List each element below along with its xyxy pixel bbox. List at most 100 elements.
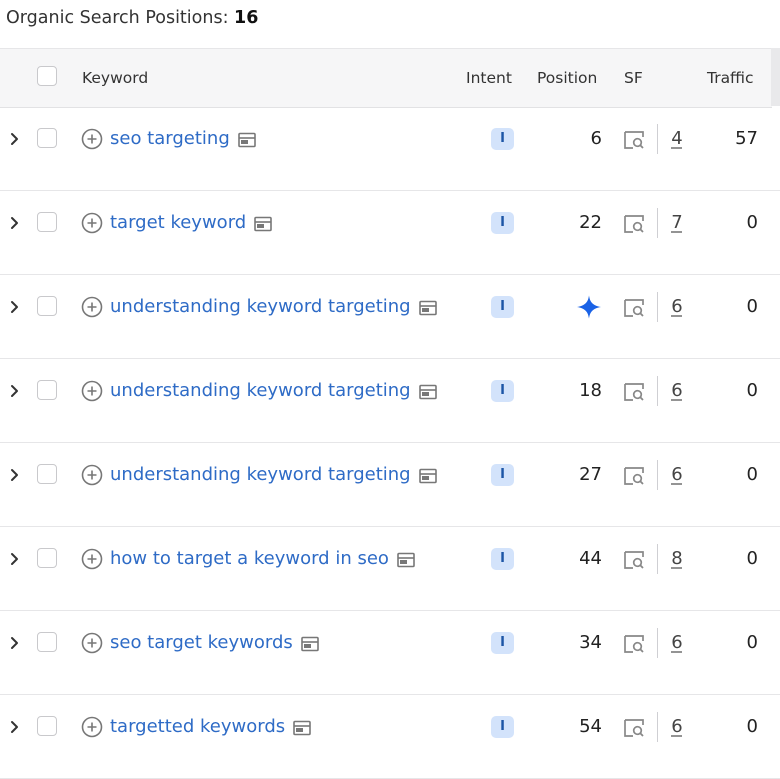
- add-circle-icon[interactable]: [81, 464, 103, 486]
- intent-badge[interactable]: I: [491, 380, 514, 402]
- table-row: targetted keywords I 54 6 0: [0, 695, 780, 779]
- chevron-right-icon[interactable]: [6, 631, 24, 655]
- traffic-value: 0: [746, 380, 758, 401]
- serp-features-icon[interactable]: [622, 380, 646, 404]
- sf-divider: [657, 712, 658, 742]
- keyword-text: how to target a keyword in seo: [110, 548, 389, 569]
- column-keyword[interactable]: Keyword: [82, 49, 148, 107]
- row-checkbox[interactable]: [37, 380, 57, 400]
- position-number: 18: [579, 380, 602, 401]
- sf-divider: [657, 628, 658, 658]
- serp-snapshot-icon[interactable]: [300, 635, 319, 652]
- keyword-text: seo target keywords: [110, 632, 293, 653]
- add-circle-icon[interactable]: [81, 212, 103, 234]
- traffic-value: 0: [746, 212, 758, 233]
- table-row: understanding keyword targeting I 27 6 0: [0, 443, 780, 527]
- sf-count[interactable]: 6: [670, 295, 684, 319]
- sf-count[interactable]: 6: [670, 715, 684, 739]
- serp-features-icon[interactable]: [622, 212, 646, 236]
- chevron-right-icon[interactable]: [6, 295, 24, 319]
- sf-divider: [657, 292, 658, 322]
- table-row: how to target a keyword in seo I 44 8 0: [0, 527, 780, 611]
- column-traffic[interactable]: Traffic: [707, 49, 754, 107]
- sf-count[interactable]: 8: [670, 547, 684, 571]
- add-circle-icon[interactable]: [81, 380, 103, 402]
- sf-divider: [657, 124, 658, 154]
- sf-count[interactable]: 6: [670, 463, 684, 487]
- row-checkbox[interactable]: [37, 632, 57, 652]
- chevron-right-icon[interactable]: [6, 379, 24, 403]
- chevron-right-icon[interactable]: [6, 463, 24, 487]
- ai-overview-sparkle-icon[interactable]: [576, 295, 602, 319]
- row-checkbox[interactable]: [37, 128, 57, 148]
- keyword-link[interactable]: seo targeting: [110, 127, 256, 151]
- row-checkbox[interactable]: [37, 212, 57, 232]
- row-checkbox[interactable]: [37, 464, 57, 484]
- traffic-value: 0: [746, 296, 758, 317]
- traffic-value: 0: [746, 716, 758, 737]
- serp-snapshot-icon[interactable]: [397, 551, 415, 568]
- serp-snapshot-icon[interactable]: [418, 467, 437, 484]
- keyword-text: understanding keyword targeting: [110, 296, 411, 317]
- chevron-right-icon[interactable]: [6, 547, 24, 571]
- column-sf[interactable]: SF: [624, 49, 643, 107]
- intent-badge[interactable]: I: [491, 632, 514, 654]
- row-checkbox[interactable]: [37, 296, 57, 316]
- keyword-link[interactable]: understanding keyword targeting: [110, 295, 437, 319]
- keyword-link[interactable]: understanding keyword targeting: [110, 379, 437, 403]
- serp-features-icon[interactable]: [622, 632, 646, 656]
- add-circle-icon[interactable]: [81, 716, 103, 738]
- traffic-value: 0: [746, 548, 758, 569]
- sf-count[interactable]: 7: [670, 211, 684, 235]
- keyword-link[interactable]: seo target keywords: [110, 631, 319, 655]
- keyword-link[interactable]: understanding keyword targeting: [110, 463, 437, 487]
- column-position[interactable]: Position: [537, 49, 597, 107]
- intent-badge[interactable]: I: [491, 128, 514, 150]
- row-checkbox[interactable]: [37, 548, 57, 568]
- keyword-text: understanding keyword targeting: [110, 380, 411, 401]
- position-value: 27: [540, 463, 602, 487]
- sf-count[interactable]: 6: [670, 379, 684, 403]
- sf-divider: [657, 460, 658, 490]
- select-all-checkbox[interactable]: [37, 66, 57, 86]
- intent-badge[interactable]: I: [491, 716, 514, 738]
- serp-features-icon[interactable]: [622, 464, 646, 488]
- intent-badge[interactable]: I: [491, 548, 514, 570]
- sf-divider: [657, 208, 658, 238]
- table-row: seo targeting I 6 4 57: [0, 107, 780, 191]
- add-circle-icon[interactable]: [81, 632, 103, 654]
- add-circle-icon[interactable]: [81, 128, 103, 150]
- intent-badge[interactable]: I: [491, 464, 514, 486]
- keyword-link[interactable]: targetted keywords: [110, 715, 311, 739]
- serp-features-icon[interactable]: [622, 548, 646, 572]
- column-intent[interactable]: Intent: [466, 49, 512, 107]
- traffic-value: 0: [746, 632, 758, 653]
- row-checkbox[interactable]: [37, 716, 57, 736]
- add-circle-icon[interactable]: [81, 548, 103, 570]
- serp-features-icon[interactable]: [622, 716, 646, 740]
- sf-count[interactable]: 4: [670, 127, 684, 151]
- position-number: 34: [579, 632, 602, 653]
- chevron-right-icon[interactable]: [6, 715, 24, 739]
- sf-divider: [657, 544, 658, 574]
- serp-features-icon[interactable]: [622, 296, 646, 320]
- serp-snapshot-icon[interactable]: [254, 215, 273, 232]
- serp-snapshot-icon[interactable]: [418, 299, 437, 316]
- keyword-link[interactable]: target keyword: [110, 211, 273, 235]
- keyword-link[interactable]: how to target a keyword in seo: [110, 547, 415, 571]
- position-value: 18: [540, 379, 602, 403]
- position-number: 44: [579, 548, 602, 569]
- serp-snapshot-icon[interactable]: [293, 719, 311, 736]
- sf-divider: [657, 376, 658, 406]
- sf-count[interactable]: 6: [670, 631, 684, 655]
- chevron-right-icon[interactable]: [6, 211, 24, 235]
- intent-badge[interactable]: I: [491, 212, 514, 234]
- serp-snapshot-icon[interactable]: [237, 131, 256, 148]
- add-circle-icon[interactable]: [81, 296, 103, 318]
- chevron-right-icon[interactable]: [6, 127, 24, 151]
- serp-features-icon[interactable]: [622, 128, 646, 152]
- traffic-value: 0: [746, 464, 758, 485]
- intent-badge[interactable]: I: [491, 296, 514, 318]
- header-scrollbar[interactable]: [771, 48, 780, 106]
- serp-snapshot-icon[interactable]: [418, 383, 437, 400]
